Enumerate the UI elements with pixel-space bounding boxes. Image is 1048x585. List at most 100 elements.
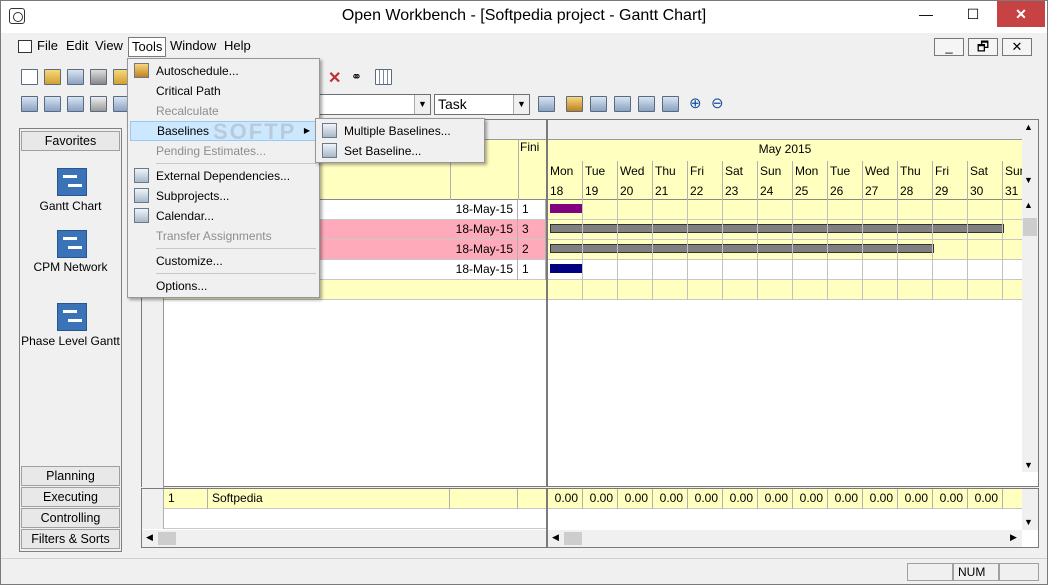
- grid-icon[interactable]: [375, 69, 392, 85]
- copy-icon[interactable]: [662, 96, 679, 112]
- menu-help[interactable]: Help: [221, 37, 254, 57]
- scroll-thumb[interactable]: [1023, 218, 1037, 236]
- gantt-row[interactable]: [548, 280, 1022, 300]
- menu-item-subprojects[interactable]: Subprojects...: [130, 186, 317, 206]
- scroll-left-icon[interactable]: ◀: [552, 532, 559, 543]
- cpm-network-icon[interactable]: [57, 230, 87, 258]
- value-cell[interactable]: 0.00: [688, 489, 723, 509]
- insert-task-icon[interactable]: [21, 96, 38, 112]
- columns-icon[interactable]: [638, 96, 655, 112]
- value-cell[interactable]: 0.00: [548, 489, 583, 509]
- value-cell[interactable]: 0.00: [583, 489, 618, 509]
- refresh-icon[interactable]: [538, 96, 555, 112]
- value-cell[interactable]: 0.00: [618, 489, 653, 509]
- finish-cell[interactable]: 18-May-15: [450, 260, 518, 280]
- chevron-down-icon[interactable]: ▼: [513, 95, 529, 114]
- insert-row-icon[interactable]: [44, 96, 61, 112]
- chevron-down-icon[interactable]: ▼: [414, 95, 430, 114]
- document-icon[interactable]: [18, 40, 32, 53]
- finish-cell[interactable]: 18-May-15: [450, 200, 518, 220]
- favorites-header[interactable]: Favorites: [21, 131, 120, 151]
- menu-item-customize[interactable]: Customize...: [130, 251, 317, 271]
- menu-item-options[interactable]: Options...: [130, 276, 317, 296]
- duration-cell[interactable]: 3: [518, 220, 546, 240]
- hierarchy-icon[interactable]: [90, 96, 107, 112]
- bottom-vertical-scrollbar[interactable]: ▼: [1022, 489, 1038, 530]
- task-combo[interactable]: Task ▼: [434, 94, 530, 115]
- finish-header[interactable]: Fini: [520, 140, 539, 154]
- duration-cell[interactable]: 2: [518, 240, 546, 260]
- schedule-icon[interactable]: [566, 96, 583, 112]
- view-combo[interactable]: ▼: [319, 94, 431, 115]
- save-icon[interactable]: [67, 69, 84, 85]
- new-icon[interactable]: [21, 69, 38, 85]
- menu-item-critical-path[interactable]: Critical Path: [130, 81, 317, 101]
- value-cell[interactable]: 0.00: [793, 489, 828, 509]
- maximize-button[interactable]: ☐: [949, 1, 997, 27]
- project-name-cell[interactable]: Softpedia: [208, 489, 450, 509]
- delete-icon[interactable]: ✕: [328, 68, 341, 88]
- menu-item-autoschedule[interactable]: Autoschedule...: [130, 61, 317, 81]
- section-filters-sorts[interactable]: Filters & Sorts: [21, 529, 120, 549]
- gantt-row[interactable]: [548, 260, 1022, 280]
- print-icon[interactable]: [90, 69, 107, 85]
- empty-cell[interactable]: [450, 489, 518, 509]
- value-cell[interactable]: 0.00: [933, 489, 968, 509]
- row-header[interactable]: [142, 489, 164, 509]
- gantt-bar-summary[interactable]: [550, 204, 583, 213]
- mdi-restore-button[interactable]: 🗗: [968, 38, 998, 56]
- finish-cell[interactable]: 18-May-15: [450, 240, 518, 260]
- nav-item-phase-level-gantt[interactable]: Phase Level Gantt: [20, 334, 121, 348]
- phase-level-gantt-icon[interactable]: [57, 303, 87, 331]
- scroll-left-icon[interactable]: ◀: [146, 532, 153, 543]
- nav-item-cpm-network[interactable]: CPM Network: [20, 260, 121, 274]
- value-cell[interactable]: 0.00: [723, 489, 758, 509]
- menu-item-multiple-baselines[interactable]: Multiple Baselines...: [318, 121, 482, 141]
- scroll-down-icon[interactable]: ▼: [1024, 175, 1033, 185]
- bottom-gantt-horizontal-scrollbar[interactable]: ◀ ▶: [548, 530, 1022, 547]
- table-icon[interactable]: [67, 96, 84, 112]
- gantt-chart-icon[interactable]: [57, 168, 87, 196]
- bottom-grid-horizontal-scrollbar[interactable]: ◀: [142, 530, 546, 547]
- scroll-up-icon[interactable]: ▲: [1024, 122, 1033, 132]
- menu-view[interactable]: View: [92, 37, 126, 57]
- table-row[interactable]: 1 Softpedia: [142, 489, 546, 509]
- row-number[interactable]: 1: [164, 489, 208, 509]
- outdent-icon[interactable]: [614, 96, 631, 112]
- value-cell[interactable]: 0.00: [828, 489, 863, 509]
- table-row[interactable]: [142, 509, 546, 529]
- zoom-in-icon[interactable]: ⊕: [689, 94, 702, 112]
- open-icon[interactable]: [44, 69, 61, 85]
- menu-window[interactable]: Window: [167, 37, 219, 57]
- scroll-down-icon[interactable]: ▼: [1024, 517, 1033, 527]
- gantt-bar-task[interactable]: [550, 244, 934, 253]
- section-controlling[interactable]: Controlling: [21, 508, 120, 528]
- section-executing[interactable]: Executing: [21, 487, 120, 507]
- value-cell[interactable]: 0.00: [968, 489, 1003, 509]
- menu-edit[interactable]: Edit: [63, 37, 91, 57]
- scroll-down-icon[interactable]: ▼: [1024, 460, 1033, 470]
- close-button[interactable]: ✕: [997, 1, 1045, 27]
- row-header[interactable]: [142, 509, 164, 529]
- menu-tools[interactable]: Tools: [128, 37, 167, 57]
- mdi-minimize-button[interactable]: _: [934, 38, 964, 56]
- zoom-out-icon[interactable]: ⊖: [711, 94, 724, 112]
- value-cell[interactable]: 0.00: [898, 489, 933, 509]
- indent-icon[interactable]: [590, 96, 607, 112]
- mdi-close-button[interactable]: ✕: [1002, 38, 1032, 56]
- duration-cell[interactable]: 1: [518, 200, 546, 220]
- gantt-vertical-scrollbar[interactable]: ▲ ▼ ▲ ▼: [1022, 120, 1038, 472]
- gantt-bar-task[interactable]: [550, 224, 1004, 233]
- value-cell[interactable]: 0.00: [653, 489, 688, 509]
- menu-item-set-baseline[interactable]: Set Baseline...: [318, 141, 482, 161]
- binoculars-icon[interactable]: ⚭: [351, 69, 368, 84]
- gantt-row[interactable]: [548, 200, 1022, 220]
- nav-item-gantt-chart[interactable]: Gantt Chart: [20, 199, 121, 213]
- menu-item-calendar[interactable]: Calendar...: [130, 206, 317, 226]
- value-cell[interactable]: 0.00: [863, 489, 898, 509]
- section-planning[interactable]: Planning: [21, 466, 120, 486]
- scroll-right-icon[interactable]: ▶: [1010, 532, 1017, 543]
- gantt-bar-milestone[interactable]: [550, 264, 583, 273]
- duration-cell[interactable]: 1: [518, 260, 546, 280]
- menu-file[interactable]: File: [34, 37, 61, 57]
